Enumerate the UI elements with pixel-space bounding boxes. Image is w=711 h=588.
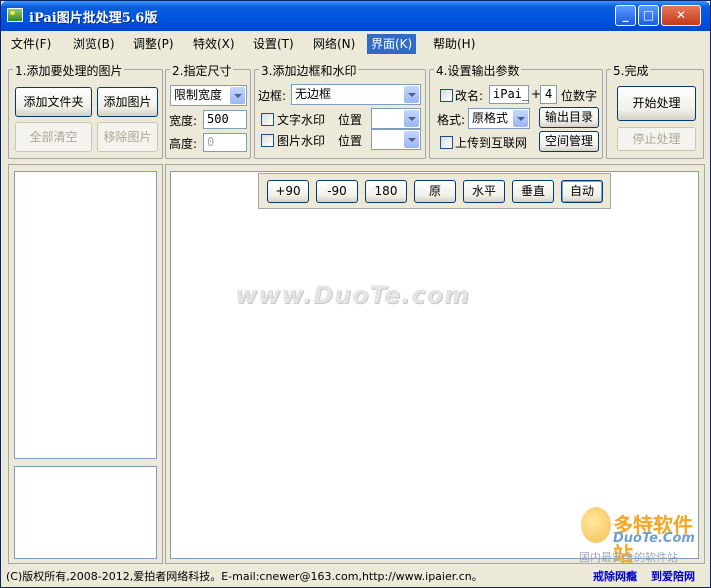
original-button[interactable]: 原 bbox=[414, 180, 456, 203]
height-input[interactable]: 0 bbox=[203, 133, 247, 152]
format-value: 原格式 bbox=[472, 111, 509, 125]
add-folder-button[interactable]: 添加文件夹 bbox=[15, 87, 92, 117]
chevron-down-icon bbox=[230, 87, 245, 104]
flip-horizontal-button[interactable]: 水平 bbox=[463, 180, 505, 203]
text-watermark-label: 文字水印 bbox=[277, 113, 326, 127]
flip-vertical-button[interactable]: 垂直 bbox=[512, 180, 554, 203]
rotate-toolbar: +90 -90 180 原 水平 垂直 自动 bbox=[258, 173, 611, 209]
chevron-down-icon bbox=[404, 131, 419, 148]
width-label: 宽度: bbox=[169, 114, 198, 128]
rename-checkbox[interactable] bbox=[440, 89, 453, 102]
minimize-button[interactable]: _ bbox=[615, 5, 636, 26]
group-add-images-title: 1.添加要处理的图片 bbox=[13, 62, 125, 79]
rotate-plus90-button[interactable]: +90 bbox=[267, 180, 309, 203]
clear-all-button[interactable]: 全部清空 bbox=[15, 122, 92, 152]
image-list[interactable] bbox=[14, 171, 157, 459]
remove-image-button[interactable]: 移除图片 bbox=[97, 122, 158, 152]
border-value: 无边框 bbox=[295, 87, 332, 101]
chevron-down-icon bbox=[404, 110, 419, 127]
menu-network[interactable]: 网络(N) bbox=[309, 34, 359, 54]
copyright-text: (C)版权所有,2008-2012,爱拍者网络科技。E-mail:cnewer@… bbox=[6, 570, 483, 583]
text-watermark-position-select[interactable] bbox=[371, 108, 421, 129]
border-label: 边框: bbox=[258, 89, 287, 103]
text-watermark-checkbox[interactable] bbox=[261, 113, 274, 126]
window-title: iPai图片批处理5.6版 bbox=[29, 11, 158, 26]
group-border-watermark-title: 3.添加边框和水印 bbox=[259, 62, 359, 79]
mascot-icon bbox=[581, 507, 611, 543]
image-watermark-checkbox[interactable] bbox=[261, 134, 274, 147]
quit-addiction-link[interactable]: 戒除网瘾 bbox=[593, 567, 637, 587]
rotate-minus90-button[interactable]: -90 bbox=[316, 180, 358, 203]
border-select[interactable]: 无边框 bbox=[291, 84, 421, 105]
title-bar[interactable]: iPai图片批处理5.6版 _ □ ✕ bbox=[1, 1, 710, 31]
menu-effects[interactable]: 特效(X) bbox=[189, 34, 239, 54]
size-mode-value: 限制宽度 bbox=[174, 88, 223, 102]
auto-rotate-button[interactable]: 自动 bbox=[561, 180, 603, 203]
chevron-down-icon bbox=[513, 110, 528, 127]
status-bar: (C)版权所有,2008-2012,爱拍者网络科技。E-mail:cnewer@… bbox=[1, 567, 710, 587]
group-size-title: 2.指定尺寸 bbox=[170, 62, 234, 79]
image-watermark-position-select[interactable] bbox=[371, 129, 421, 150]
menu-adjust[interactable]: 调整(P) bbox=[129, 34, 178, 54]
app-window: iPai图片批处理5.6版 _ □ ✕ 文件(F) 浏览(B) 调整(P) 特效… bbox=[0, 0, 711, 588]
height-label: 高度: bbox=[169, 137, 198, 151]
size-mode-select[interactable]: 限制宽度 bbox=[170, 85, 247, 106]
chevron-down-icon bbox=[404, 86, 419, 103]
menu-help[interactable]: 帮助(H) bbox=[429, 34, 479, 54]
app-icon bbox=[7, 8, 23, 22]
menu-bar: 文件(F) 浏览(B) 调整(P) 特效(X) 设置(T) 网络(N) 界面(K… bbox=[1, 32, 710, 56]
menu-browse[interactable]: 浏览(B) bbox=[69, 34, 119, 54]
digits-input[interactable]: 4 bbox=[540, 85, 557, 104]
stop-button[interactable]: 停止处理 bbox=[617, 127, 696, 151]
group-finish: 5.完成 开始处理 停止处理 bbox=[606, 62, 704, 159]
image-watermark-label: 图片水印 bbox=[277, 134, 326, 148]
rotate-180-button[interactable]: 180 bbox=[365, 180, 407, 203]
width-input[interactable]: 500 bbox=[203, 110, 247, 129]
maximize-button[interactable]: □ bbox=[638, 5, 659, 26]
upload-label: 上传到互联网 bbox=[455, 136, 528, 150]
format-label: 格式: bbox=[437, 113, 466, 127]
aipei-link[interactable]: 到爱陪网 bbox=[651, 567, 695, 587]
text-watermark-position-label: 位置 bbox=[338, 113, 363, 127]
start-button[interactable]: 开始处理 bbox=[617, 86, 696, 121]
close-button[interactable]: ✕ bbox=[661, 5, 701, 26]
logo-text-slogan: 国内最安全的软件站 bbox=[579, 551, 678, 564]
add-image-button[interactable]: 添加图片 bbox=[97, 87, 158, 117]
output-dir-button[interactable]: 输出目录 bbox=[539, 107, 599, 128]
group-output-title: 4.设置输出参数 bbox=[434, 62, 522, 79]
duote-logo: 多特软件站 DuoTe.Com 国内最安全的软件站 bbox=[577, 501, 707, 566]
format-select[interactable]: 原格式 bbox=[468, 108, 530, 129]
digits-label: 位数字 bbox=[561, 89, 598, 103]
group-border-watermark: 3.添加边框和水印 边框: 无边框 文字水印 位置 图片水印 位置 bbox=[254, 62, 426, 159]
menu-settings[interactable]: 设置(T) bbox=[249, 34, 298, 54]
menu-file[interactable]: 文件(F) bbox=[7, 34, 55, 54]
space-manage-button[interactable]: 空间管理 bbox=[539, 131, 599, 152]
rename-prefix-input[interactable]: iPai_ bbox=[489, 85, 529, 104]
group-output: 4.设置输出参数 改名: iPai_ + 4 位数字 格式: 原格式 输出目录 … bbox=[429, 62, 603, 159]
group-add-images: 1.添加要处理的图片 添加文件夹 添加图片 全部清空 移除图片 bbox=[8, 62, 163, 159]
image-watermark-position-label: 位置 bbox=[338, 134, 363, 148]
group-finish-title: 5.完成 bbox=[611, 62, 651, 79]
rename-label: 改名: bbox=[455, 89, 484, 103]
group-size: 2.指定尺寸 限制宽度 宽度: 500 高度: 0 bbox=[165, 62, 251, 159]
thumbnail-preview bbox=[14, 466, 157, 559]
menu-interface[interactable]: 界面(K) bbox=[367, 34, 417, 54]
logo-text-domain: DuoTe.Com bbox=[613, 531, 695, 546]
duote-watermark: www.DuoTe.com bbox=[235, 281, 470, 309]
upload-checkbox[interactable] bbox=[440, 136, 453, 149]
